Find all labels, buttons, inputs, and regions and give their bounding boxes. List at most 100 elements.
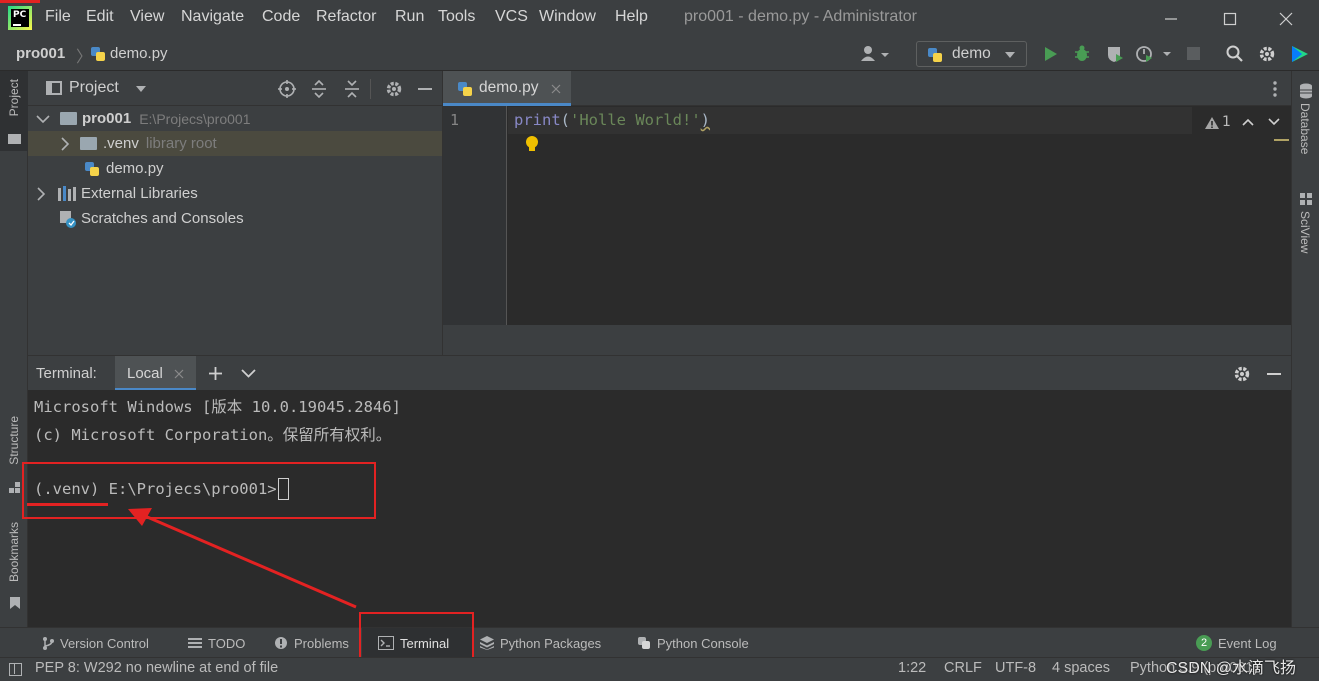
tool-todo[interactable]: TODO bbox=[188, 628, 245, 658]
chevron-up-icon[interactable] bbox=[1242, 118, 1254, 126]
breadcrumb-project[interactable]: pro001 bbox=[16, 45, 65, 62]
hide-panel-icon[interactable] bbox=[1267, 373, 1281, 375]
chevron-down-icon[interactable] bbox=[241, 369, 256, 378]
title-bar: PC File Edit View Navigate Code Refactor… bbox=[0, 0, 1319, 37]
packages-icon bbox=[480, 636, 494, 650]
tree-item-root[interactable]: pro001 E:\Projecs\pro001 bbox=[28, 106, 442, 131]
side-tab-bookmarks[interactable]: Bookmarks bbox=[7, 522, 21, 582]
profile-button[interactable] bbox=[1136, 45, 1172, 63]
collapse-all-icon[interactable] bbox=[344, 80, 360, 98]
menu-navigate[interactable]: Navigate bbox=[181, 8, 244, 26]
gear-icon[interactable] bbox=[1233, 365, 1251, 383]
status-indent[interactable]: 4 spaces bbox=[1052, 660, 1110, 676]
menu-vcs[interactable]: VCS bbox=[495, 8, 528, 26]
expand-all-icon[interactable] bbox=[311, 80, 327, 98]
jetbrains-toolbox-icon[interactable] bbox=[1290, 45, 1310, 63]
lightbulb-icon[interactable] bbox=[525, 135, 539, 153]
pycharm-logo-icon[interactable]: PC bbox=[8, 6, 32, 30]
tool-todo-label: TODO bbox=[208, 635, 246, 651]
chevron-down-icon[interactable] bbox=[1268, 118, 1280, 126]
breadcrumb-file[interactable]: demo.py bbox=[110, 45, 168, 62]
minimize-icon bbox=[1165, 17, 1177, 20]
project-tool-window: Project pro001 E:\Projecs\pro001 .venv l… bbox=[28, 71, 442, 355]
side-tab-database[interactable]: Database bbox=[1298, 103, 1312, 154]
locate-file-icon[interactable] bbox=[278, 80, 296, 98]
menu-tools[interactable]: Tools bbox=[438, 8, 475, 26]
coverage-button[interactable] bbox=[1106, 45, 1124, 63]
warning-icon[interactable] bbox=[1204, 116, 1220, 130]
status-message[interactable]: PEP 8: W292 no newline at end of file bbox=[35, 660, 278, 676]
structure-icon bbox=[9, 482, 21, 494]
tool-python-console[interactable]: Python Console bbox=[637, 628, 749, 658]
search-everywhere-button[interactable] bbox=[1226, 45, 1244, 63]
stop-button[interactable] bbox=[1187, 47, 1200, 60]
tool-event-log-label: Event Log bbox=[1218, 635, 1277, 651]
navigation-bar: pro001 〉 demo.py demo bbox=[0, 37, 1319, 71]
side-tab-structure[interactable]: Structure bbox=[7, 416, 21, 465]
menu-view[interactable]: View bbox=[130, 8, 164, 26]
tool-python-console-label: Python Console bbox=[657, 635, 749, 651]
settings-button[interactable] bbox=[1258, 45, 1276, 63]
tool-problems[interactable]: Problems bbox=[274, 628, 349, 658]
menu-run[interactable]: Run bbox=[395, 8, 424, 26]
minimize-button[interactable] bbox=[1138, 0, 1204, 37]
tree-item-scratches[interactable]: Scratches and Consoles bbox=[28, 206, 442, 231]
chevron-right-icon bbox=[37, 186, 46, 201]
code-line-1[interactable]: print('Holle World!') bbox=[514, 111, 710, 129]
chevron-down-icon[interactable] bbox=[136, 85, 146, 93]
close-window-button[interactable] bbox=[1253, 0, 1319, 37]
python-icon bbox=[638, 637, 650, 649]
code-paren-close: ) bbox=[700, 111, 711, 129]
inspection-widget: 1 bbox=[1192, 106, 1291, 138]
project-panel-title[interactable]: Project bbox=[69, 79, 119, 97]
terminal-tab-local[interactable]: Local bbox=[115, 356, 196, 391]
user-icon[interactable] bbox=[860, 45, 890, 63]
python-file-icon bbox=[90, 46, 106, 62]
close-icon[interactable] bbox=[174, 369, 184, 379]
menu-edit[interactable]: Edit bbox=[86, 8, 114, 26]
menu-file[interactable]: File bbox=[45, 8, 71, 26]
hide-panel-icon[interactable] bbox=[418, 88, 432, 90]
code-editor[interactable]: 1 print('Holle World!') 1 bbox=[443, 106, 1291, 325]
gear-icon[interactable] bbox=[385, 80, 403, 98]
tool-python-packages-label: Python Packages bbox=[500, 635, 602, 651]
run-config-dropdown[interactable]: demo bbox=[916, 41, 1027, 67]
run-button[interactable] bbox=[1042, 46, 1058, 62]
warning-count: 1 bbox=[1222, 114, 1231, 130]
side-tab-sciview[interactable]: SciView bbox=[1298, 211, 1312, 253]
profiler-icon bbox=[1136, 46, 1171, 62]
tool-version-control[interactable]: Version Control bbox=[42, 628, 149, 658]
scratches-icon bbox=[60, 210, 76, 228]
tree-item-venv[interactable]: .venv library root bbox=[28, 131, 442, 156]
tool-python-packages[interactable]: Python Packages bbox=[480, 628, 601, 658]
code-paren-open: ( bbox=[560, 111, 571, 129]
venv-folder-name: .venv bbox=[103, 135, 139, 152]
menu-window[interactable]: Window bbox=[539, 8, 596, 26]
menu-code[interactable]: Code bbox=[262, 8, 300, 26]
debug-button[interactable] bbox=[1073, 45, 1091, 63]
status-line-separator[interactable]: CRLF bbox=[944, 660, 982, 676]
editor-breadcrumb-area bbox=[443, 325, 1291, 355]
status-encoding[interactable]: UTF-8 bbox=[995, 660, 1036, 676]
venv-hint: library root bbox=[145, 135, 217, 152]
gear-icon bbox=[1259, 46, 1275, 62]
tab-demo-py[interactable]: demo.py bbox=[443, 71, 571, 106]
side-tab-project[interactable]: Project bbox=[7, 79, 21, 116]
window-title: pro001 - demo.py - Administrator bbox=[684, 8, 917, 25]
menu-refactor[interactable]: Refactor bbox=[316, 8, 376, 26]
branch-icon bbox=[43, 637, 54, 650]
highlight-underline-venv bbox=[27, 503, 108, 506]
highlight-box-terminal-tab bbox=[359, 612, 474, 660]
add-icon[interactable] bbox=[208, 366, 223, 381]
tree-item-demo-file[interactable]: demo.py bbox=[28, 156, 442, 181]
line-number: 1 bbox=[450, 111, 460, 129]
close-icon[interactable] bbox=[551, 84, 561, 94]
status-position[interactable]: 1:22 bbox=[898, 660, 926, 676]
menu-help[interactable]: Help bbox=[615, 8, 648, 26]
toolbar-separator bbox=[370, 79, 371, 99]
warning-marker[interactable] bbox=[1274, 139, 1289, 141]
tree-item-external-libraries[interactable]: External Libraries bbox=[28, 181, 442, 206]
maximize-icon bbox=[1223, 12, 1237, 25]
toggle-tool-windows-icon[interactable] bbox=[9, 663, 22, 676]
more-tabs-icon[interactable] bbox=[1273, 81, 1277, 97]
